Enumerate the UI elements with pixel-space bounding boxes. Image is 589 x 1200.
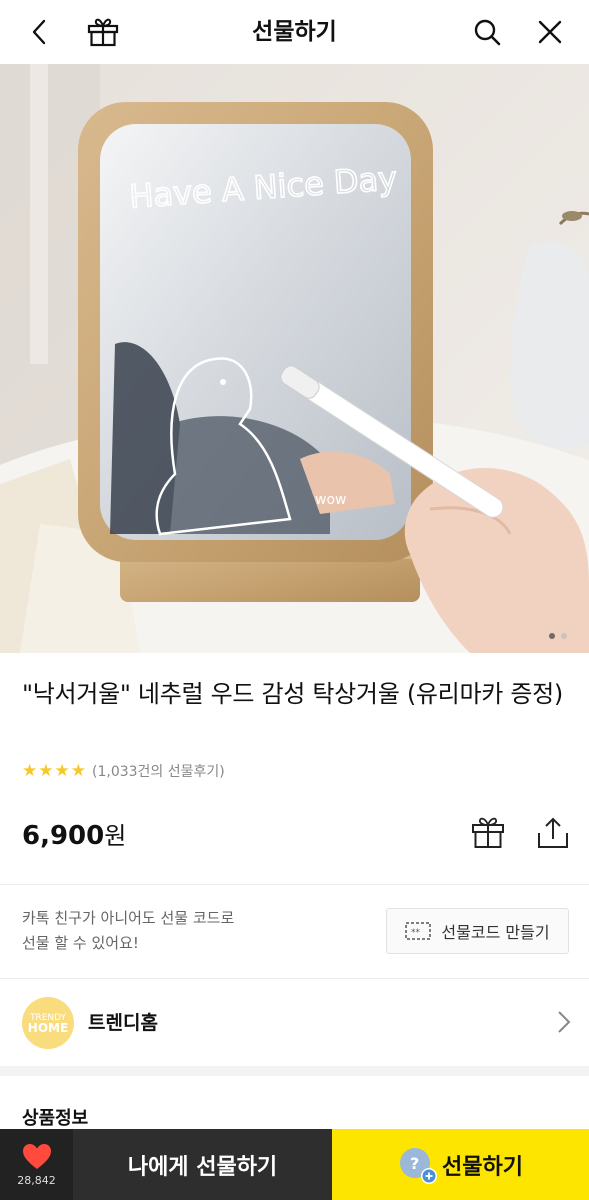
carousel-indicator <box>549 633 567 639</box>
review-count[interactable]: (1,033건의 선물후기) <box>92 761 225 781</box>
ticket-icon: ** <box>405 922 432 940</box>
bottom-action-bar: 28,842 나에게 선물하기 ? 선물하기 <box>0 1129 589 1200</box>
product-price: 6,900원 <box>22 816 126 851</box>
svg-text:?: ? <box>410 1154 419 1173</box>
send-gift-button[interactable]: ? 선물하기 <box>332 1129 589 1200</box>
star-icon: ★ <box>22 760 38 781</box>
create-gift-code-button[interactable]: ** 선물코드 만들기 <box>386 908 569 954</box>
carousel-dot[interactable] <box>561 633 567 639</box>
send-gift-label: 선물하기 <box>442 1154 523 1180</box>
star-icon: ★ <box>38 760 54 781</box>
share-button[interactable] <box>535 815 571 851</box>
svg-text:wow: wow <box>315 492 346 508</box>
gift-code-description: 카톡 친구가 아니어도 선물 코드로 선물 할 수 있어요! <box>22 906 352 956</box>
close-icon[interactable] <box>532 14 568 50</box>
create-gift-code-label: 선물코드 만들기 <box>441 923 550 942</box>
product-image-carousel[interactable]: Have A Nice Day wow <box>0 64 589 653</box>
divider <box>0 978 589 979</box>
price-value: 6,900 <box>22 821 105 851</box>
heart-icon <box>22 1143 51 1169</box>
friend-plus-icon: ? <box>398 1145 438 1185</box>
shop-name: 트렌디홈 <box>88 1012 158 1034</box>
star-icon: ★ <box>70 760 86 781</box>
gift-box-button[interactable] <box>470 815 506 851</box>
gift-to-myself-label: 나에게 선물하기 <box>127 1154 278 1180</box>
star-rating: ★ ★ ★ ★ <box>22 760 86 781</box>
section-gap <box>0 1066 589 1076</box>
back-arrow-icon[interactable] <box>22 14 58 50</box>
shop-logo-text-bottom: HOME <box>27 1021 69 1035</box>
product-photo: Have A Nice Day wow <box>0 64 589 653</box>
chevron-right-icon <box>557 1010 571 1038</box>
product-info-heading: 상품정보 <box>22 1108 89 1129</box>
gift-icon[interactable] <box>85 14 121 50</box>
share-icon <box>538 817 568 848</box>
svg-text:**: ** <box>411 928 421 938</box>
product-title: "낙서거울" 네추럴 우드 감성 탁상거울 (유리마카 증정) <box>22 680 563 708</box>
top-header: 선물하기 <box>0 0 589 64</box>
wish-count: 28,842 <box>17 1173 56 1187</box>
shop-logo: TRENDY HOME <box>22 997 74 1049</box>
search-icon[interactable] <box>469 14 505 50</box>
price-unit: 원 <box>104 822 127 850</box>
divider <box>0 884 589 885</box>
shop-row[interactable]: TRENDY HOME 트렌디홈 <box>0 980 589 1066</box>
star-icon: ★ <box>54 760 70 781</box>
wish-button[interactable]: 28,842 <box>0 1129 73 1200</box>
rating-row[interactable]: ★ ★ ★ ★ (1,033건의 선물후기) <box>22 759 225 783</box>
gift-icon <box>472 817 504 848</box>
gift-to-myself-button[interactable]: 나에게 선물하기 <box>73 1129 332 1200</box>
gift-code-line2: 선물 할 수 있어요! <box>22 934 139 952</box>
carousel-dot-active[interactable] <box>549 633 555 639</box>
gift-code-line1: 카톡 친구가 아니어도 선물 코드로 <box>22 909 235 927</box>
